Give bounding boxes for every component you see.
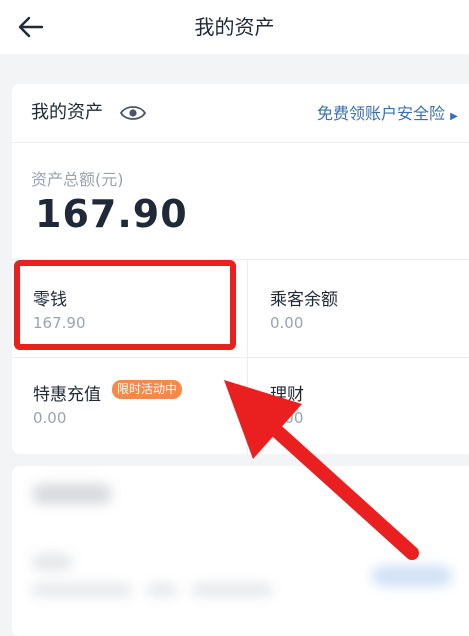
assets-title: 我的资产 — [31, 102, 103, 123]
asset-item-label: 特惠充值 — [33, 385, 101, 405]
highlight-box — [14, 260, 236, 350]
assets-card-header: 我的资产 免费领账户安全险 ▶ — [12, 84, 469, 142]
blurred-section — [12, 466, 469, 636]
top-bar: 我的资产 — [0, 0, 469, 54]
blurred-content — [372, 566, 452, 586]
asset-item-value: 0.00 — [33, 409, 67, 427]
blurred-content — [32, 584, 132, 596]
page-title: 我的资产 — [194, 15, 275, 39]
divider — [12, 142, 469, 143]
chevron-right-icon: ▶ — [450, 111, 458, 122]
total-assets-value: 167.90 — [35, 192, 188, 236]
asset-item-value: 0.00 — [270, 409, 304, 427]
blurred-content — [32, 484, 112, 504]
divider — [12, 357, 469, 358]
total-assets-label: 资产总额(元) — [31, 170, 124, 189]
blurred-content — [32, 554, 72, 570]
eye-icon[interactable] — [119, 101, 147, 125]
insurance-link[interactable]: 免费领账户安全险 ▶ — [317, 100, 458, 124]
blurred-content — [192, 584, 272, 596]
asset-item-label: 理财 — [270, 385, 304, 405]
promo-badge: 限时活动中 — [112, 380, 183, 399]
asset-item-label: 乘客余额 — [270, 290, 338, 310]
blurred-content — [147, 584, 177, 596]
asset-item-value: 0.00 — [270, 314, 304, 332]
insurance-link-label: 免费领账户安全险 — [317, 104, 446, 123]
